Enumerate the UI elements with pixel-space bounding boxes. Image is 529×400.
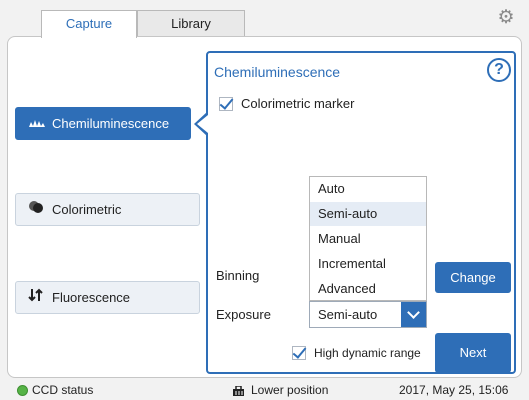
colorimetric-marker-label: Colorimetric marker [241,96,355,111]
high-dynamic-range-label: High dynamic range [314,346,421,360]
chevron-down-icon[interactable] [401,302,426,327]
mode-chemiluminescence-button[interactable]: Chemiluminescence [15,107,191,140]
tab-bar: Capture Library ⚙ [0,0,529,38]
chemiluminescence-icon [28,108,48,139]
exposure-option-incremental[interactable]: Incremental [310,252,426,276]
tab-library[interactable]: Library [137,10,245,37]
mode-chemiluminescence-label: Chemiluminescence [52,116,170,131]
exposure-label: Exposure [216,307,271,322]
mode-colorimetric-button[interactable]: Colorimetric [15,193,200,226]
gear-icon[interactable]: ⚙ [497,8,515,27]
high-dynamic-range-checkbox[interactable] [292,346,306,360]
exposure-option-advanced[interactable]: Advanced [310,277,426,301]
exposure-dropdown-list: Auto Semi-auto Manual Incremental Advanc… [309,176,427,301]
ccd-status-indicator [17,385,28,396]
binning-label: Binning [216,268,260,283]
position-label: Lower position [251,383,329,397]
exposure-option-manual[interactable]: Manual [310,227,426,251]
tab-capture[interactable]: Capture [41,10,137,38]
colorimetric-icon [28,194,48,225]
colorimetric-marker-checkbox[interactable] [219,97,233,111]
exposure-option-semi-auto[interactable]: Semi-auto [310,202,426,226]
change-button[interactable]: Change [435,262,511,293]
next-button[interactable]: Next [435,333,511,373]
ccd-status-label: CCD status [32,383,94,397]
mode-colorimetric-label: Colorimetric [52,202,122,217]
help-icon[interactable]: ? [487,58,511,82]
datetime: 2017, May 25, 15:06 [399,383,509,397]
status-bar: CCD status Lower position 2017, May 25, … [0,380,529,400]
mode-fluorescence-label: Fluorescence [52,290,131,305]
exposure-select[interactable]: Semi-auto [309,301,427,328]
mode-fluorescence-button[interactable]: Fluorescence [15,281,200,314]
panel-pointer-inner [197,115,208,133]
detail-title: Chemiluminescence [214,64,341,80]
exposure-option-auto[interactable]: Auto [310,177,426,201]
exposure-select-value: Semi-auto [318,307,378,322]
tray-position-icon [232,385,245,396]
fluorescence-icon [28,282,48,313]
